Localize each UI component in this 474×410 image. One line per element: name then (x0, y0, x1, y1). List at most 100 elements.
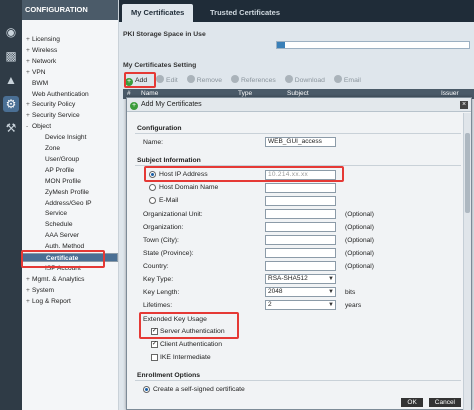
nav-item-web-authentication[interactable]: Web Authentication (22, 90, 118, 99)
nav-item-label: ZyMesh Profile (45, 188, 89, 196)
nav-item-ap-profile[interactable]: AP Profile (22, 166, 118, 175)
dialog-scrollbar[interactable] (463, 113, 471, 410)
nav-item-service[interactable]: Service (22, 209, 118, 218)
ike-checkbox[interactable] (151, 354, 158, 361)
email-radio[interactable] (149, 197, 156, 204)
nav-header: CONFIGURATION (22, 0, 118, 20)
monitor-icon[interactable]: ▩ (3, 48, 19, 64)
pki-storage-label: PKI Storage Space in Use (123, 31, 206, 38)
key-length-select[interactable]: 2048 ▼ (265, 287, 336, 297)
nav-item-zymesh-profile[interactable]: ZyMesh Profile (22, 188, 118, 197)
chevron-down-icon: ▼ (328, 289, 334, 295)
tools-icon[interactable]: ⚒ (3, 120, 19, 136)
scroll-thumb[interactable] (465, 133, 470, 213)
cancel-button[interactable]: Cancel (428, 398, 461, 407)
org-input[interactable] (265, 222, 336, 232)
gear-icon[interactable]: ⚙ (3, 96, 19, 112)
lifetime-label: Lifetimes: (143, 302, 173, 309)
nav-item-schedule[interactable]: Schedule (22, 220, 118, 229)
email-button[interactable]: Email (333, 75, 361, 84)
references-button[interactable]: References (230, 75, 276, 84)
nav-item-label: Address/Geo IP (45, 199, 92, 207)
email-label: E-Mail (159, 197, 179, 204)
nav-item-user-group[interactable]: User/Group (22, 155, 118, 164)
town-input[interactable] (265, 235, 336, 245)
remove-button[interactable]: Remove (186, 75, 222, 84)
subject-header: Subject Information (137, 157, 201, 164)
state-label: State (Province): (143, 250, 194, 257)
name-label: Name: (143, 139, 164, 146)
signal-icon[interactable]: ▲ (3, 72, 19, 88)
client-auth-label: Client Authentication (160, 341, 222, 348)
state-input[interactable] (265, 248, 336, 258)
nav-item-label: AP Profile (45, 166, 75, 174)
nav-item-mgmt-analytics[interactable]: + Mgmt. & Analytics (22, 275, 118, 284)
nav-item-label: MON Profile (45, 177, 81, 185)
nav-item-network[interactable]: + Network (22, 57, 118, 66)
org-unit-label: Organizational Unit: (143, 211, 203, 218)
tab-my-certificates[interactable]: My Certificates (122, 4, 194, 22)
nav-item-security-policy[interactable]: + Security Policy (22, 100, 118, 109)
divider (135, 380, 461, 381)
nav-item-licensing[interactable]: + Licensing (22, 35, 118, 44)
download-button[interactable]: Download (284, 75, 325, 84)
lifetime-select[interactable]: 2 ▼ (265, 300, 336, 310)
host-ip-highlight (144, 166, 344, 182)
remove-icon (186, 75, 195, 83)
country-input[interactable] (265, 261, 336, 271)
nav-item-vpn[interactable]: + VPN (22, 68, 118, 77)
key-type-label: Key Type: (143, 276, 174, 283)
self-signed-radio[interactable] (143, 386, 150, 393)
edit-icon (156, 75, 165, 83)
edit-button[interactable]: Edit (156, 75, 178, 84)
nav-item-aaa-server[interactable]: AAA Server (22, 231, 118, 240)
nav-item-wireless[interactable]: + Wireless (22, 46, 118, 55)
download-icon (284, 75, 293, 83)
self-signed-label: Create a self-signed certificate (153, 386, 245, 393)
optional-note: (Optional) (345, 211, 374, 218)
enroll-header: Enrollment Options (137, 372, 201, 379)
org-unit-input[interactable] (265, 209, 336, 219)
config-header: Configuration (137, 125, 182, 132)
nav-item-label: AAA Server (45, 232, 80, 240)
email-input[interactable] (265, 196, 336, 206)
ok-button[interactable]: OK (401, 398, 423, 407)
nav-item-object[interactable]: - Object (22, 122, 118, 131)
nav-item-label: Schedule (45, 221, 73, 229)
key-length-label: Key Length: (143, 289, 180, 296)
town-label: Town (City): (143, 237, 179, 244)
host-domain-input[interactable] (265, 183, 336, 193)
nav-item-label: Security Service (32, 112, 80, 120)
nav-item-bwm[interactable]: BWM (22, 79, 118, 88)
dialog-titlebar: + Add My Certificates × (127, 98, 471, 112)
certificate-highlight (21, 250, 105, 268)
optional-note: (Optional) (345, 250, 374, 257)
nav-item-security-service[interactable]: + Security Service (22, 111, 118, 120)
tab-trusted-certificates[interactable]: Trusted Certificates (201, 4, 289, 22)
nav-item-address-geo-ip[interactable]: Address/Geo IP (22, 199, 118, 208)
name-input[interactable]: WEB_GUI_access (265, 137, 336, 147)
country-label: Country: (143, 263, 169, 270)
nav-item-zone[interactable]: Zone (22, 144, 118, 153)
client-auth-checkbox[interactable]: ✓ (151, 341, 158, 348)
nav-item-log-report[interactable]: + Log & Report (22, 297, 118, 306)
nav-item-device-insight[interactable]: Device Insight (22, 133, 118, 142)
nav-item-label: BWM (32, 79, 49, 87)
bits-unit: bits (345, 289, 356, 296)
close-icon[interactable]: × (460, 101, 468, 109)
lifetime-value: 2 (268, 301, 272, 308)
dashboard-icon[interactable]: ◉ (3, 24, 19, 40)
chevron-down-icon: ▼ (328, 302, 334, 308)
dialog-title: Add My Certificates (141, 101, 202, 108)
toolbar: + Add Edit Remove References Download Ema… (125, 75, 368, 87)
email-icon (333, 75, 342, 83)
nav-item-label: Mgmt. & Analytics (32, 275, 85, 283)
nav-item-mon-profile[interactable]: MON Profile (22, 177, 118, 186)
references-icon (230, 75, 239, 83)
nav-item-system[interactable]: + System (22, 286, 118, 295)
host-domain-label: Host Domain Name (159, 184, 219, 191)
key-type-select[interactable]: RSA-SHA512 ▼ (265, 274, 336, 284)
host-domain-radio[interactable] (149, 184, 156, 191)
nav-item-label: Device Insight (45, 134, 87, 142)
edit-label: Edit (166, 77, 178, 84)
